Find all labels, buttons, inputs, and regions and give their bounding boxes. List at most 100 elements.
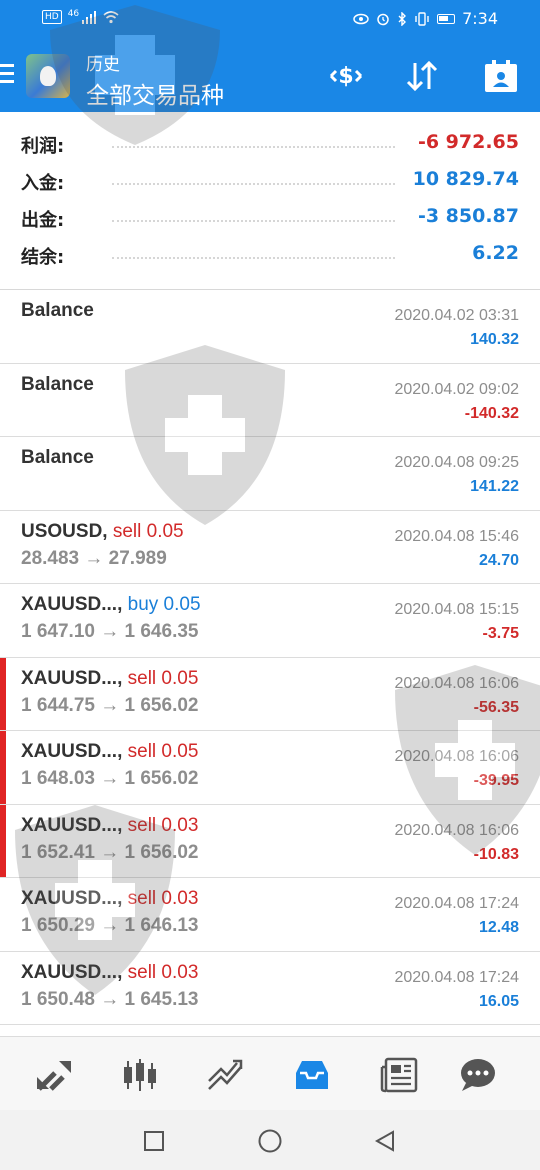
chat-icon bbox=[461, 1059, 495, 1091]
deal-symbol: XAUUSD..., bbox=[21, 888, 128, 909]
deal-symbol: Balance bbox=[21, 300, 94, 321]
deal-prices: 1 648.03 → 1 656.02 bbox=[21, 768, 199, 789]
vibrate-icon bbox=[415, 11, 429, 26]
back-button[interactable] bbox=[372, 1128, 398, 1154]
list-item[interactable]: XAUUSD..., sell 0.05 1 644.75 → 1 656.02… bbox=[0, 657, 540, 731]
tab-history[interactable] bbox=[292, 1055, 332, 1095]
tab-chat[interactable] bbox=[458, 1055, 498, 1095]
deal-symbol: Balance bbox=[21, 447, 94, 468]
deal-symbol: XAUUSD..., bbox=[21, 667, 128, 689]
square-icon bbox=[144, 1131, 164, 1151]
deal-profit: 141.22 bbox=[470, 478, 519, 495]
deal-profit: 12.48 bbox=[478, 919, 519, 936]
list-item[interactable]: XAUUSD..., sell 0.05 1 648.03 → 1 656.02… bbox=[0, 731, 540, 805]
deal-time: 2020.04.08 17:24 bbox=[394, 968, 519, 986]
deal-side: sell 0.03 bbox=[127, 814, 199, 836]
recents-button[interactable] bbox=[141, 1128, 167, 1154]
deal-time: 2020.04.08 16:06 bbox=[394, 821, 519, 839]
svg-text:$: $ bbox=[338, 64, 353, 89]
deal-side: buy 0.05 bbox=[127, 594, 201, 615]
deal-profit: -56.35 bbox=[473, 698, 519, 716]
summary-row-withdrawal: 出金: -3 850.87 bbox=[0, 202, 540, 239]
menu-button[interactable] bbox=[0, 64, 16, 86]
deal-profit: -10.83 bbox=[473, 845, 519, 863]
list-item[interactable]: Balance 2020.04.02 09:02 -140.32 bbox=[0, 364, 540, 437]
period-button[interactable] bbox=[481, 56, 521, 96]
deal-time: 2020.04.02 09:02 bbox=[394, 380, 519, 398]
summary-row-profit: 利润: -6 972.65 bbox=[0, 128, 540, 165]
summary-value: -3 850.87 bbox=[417, 205, 519, 227]
sort-icon bbox=[406, 60, 438, 92]
tab-trade[interactable] bbox=[205, 1055, 245, 1095]
bluetooth-icon bbox=[398, 11, 407, 26]
deal-time: 2020.04.08 16:06 bbox=[394, 674, 519, 692]
eye-icon bbox=[353, 13, 369, 24]
deal-symbol: XAUUSD..., bbox=[21, 814, 128, 836]
dotted-leader bbox=[112, 220, 395, 222]
back-triangle-icon bbox=[374, 1130, 394, 1152]
summary-label: 出金: bbox=[21, 210, 65, 231]
summary-label: 入金: bbox=[21, 173, 65, 194]
list-item[interactable]: XAUUSD..., sell 0.03 1 650.29 → 1 646.13… bbox=[0, 878, 540, 952]
list-item[interactable]: Balance 2020.04.08 09:25 141.22 bbox=[0, 437, 540, 511]
deal-time: 2020.04.08 09:25 bbox=[394, 454, 519, 471]
summary-panel: 利润: -6 972.65 入金: 10 829.74 出金: -3 850.8… bbox=[0, 128, 540, 276]
deal-profit: 16.05 bbox=[478, 992, 519, 1010]
dotted-leader bbox=[112, 257, 395, 259]
status-right: 7:34 bbox=[353, 9, 498, 28]
tab-quotes[interactable] bbox=[35, 1055, 75, 1095]
network-label: 46 bbox=[67, 9, 80, 19]
deal-symbol: USOUSD, bbox=[21, 520, 113, 542]
list-item[interactable]: XAUUSD..., sell 0.03 1 650.48 → 1 645.13… bbox=[0, 952, 540, 1025]
sort-button[interactable] bbox=[402, 56, 442, 96]
page-subtitle: 历史 bbox=[86, 55, 120, 75]
currency-button[interactable]: $ bbox=[326, 56, 366, 96]
signal-icon bbox=[82, 11, 97, 24]
deal-symbol: Balance bbox=[21, 373, 94, 395]
deal-symbol: XAUUSD..., bbox=[21, 594, 128, 615]
bottom-tab-bar bbox=[0, 1036, 540, 1110]
deal-prices: 1 644.75 → 1 656.02 bbox=[21, 694, 199, 716]
deal-profit: 140.32 bbox=[470, 331, 519, 348]
deal-symbol: XAUUSD..., bbox=[21, 961, 128, 983]
deal-side: sell 0.03 bbox=[127, 961, 199, 983]
status-bar: HD 46 7:34 bbox=[0, 0, 540, 40]
deal-symbol-line: XAUUSD..., sell 0.03 bbox=[21, 888, 198, 910]
deal-side: sell 0.05 bbox=[127, 741, 199, 762]
currency-exchange-icon: $ bbox=[329, 64, 363, 89]
status-time: 7:34 bbox=[462, 9, 498, 28]
summary-label: 结余: bbox=[21, 247, 65, 268]
list-item[interactable]: XAUUSD..., buy 0.05 1 647.10 → 1 646.35 … bbox=[0, 584, 540, 658]
circle-icon bbox=[258, 1129, 282, 1153]
list-item[interactable]: Balance 2020.04.02 03:31 140.32 bbox=[0, 290, 540, 364]
hd-badge: HD bbox=[42, 10, 62, 24]
summary-value: 10 829.74 bbox=[412, 168, 519, 190]
tab-chart[interactable] bbox=[120, 1055, 160, 1095]
symbol-filter-title[interactable]: 全部交易品种 bbox=[86, 76, 224, 110]
app-bar: 历史 全部交易品种 $ bbox=[0, 40, 540, 112]
deal-prices: 1 650.29 → 1 646.13 bbox=[21, 915, 199, 936]
summary-value: -6 972.65 bbox=[417, 131, 519, 153]
summary-value: 6.22 bbox=[472, 242, 519, 264]
tab-news[interactable] bbox=[380, 1055, 420, 1095]
deal-side: sell 0.05 bbox=[127, 667, 199, 689]
battery-icon bbox=[437, 13, 456, 24]
calendar-icon bbox=[485, 60, 517, 92]
list-item[interactable]: USOUSD, sell 0.05 28.483 → 27.989 2020.0… bbox=[0, 511, 540, 584]
deal-symbol-line: XAUUSD..., sell 0.05 bbox=[21, 668, 198, 690]
status-left: HD 46 bbox=[42, 9, 119, 24]
summary-label: 利润: bbox=[21, 136, 65, 157]
deal-side: sell 0.05 bbox=[112, 520, 184, 542]
deals-list: Balance 2020.04.02 03:31 140.32 Balance … bbox=[0, 290, 540, 1025]
alarm-icon bbox=[377, 13, 389, 25]
home-button[interactable] bbox=[257, 1128, 283, 1154]
deal-time: 2020.04.02 03:31 bbox=[394, 307, 519, 324]
deal-symbol-line: XAUUSD..., sell 0.03 bbox=[21, 815, 198, 837]
list-item[interactable]: XAUUSD..., sell 0.03 1 652.41 → 1 656.02… bbox=[0, 804, 540, 878]
chart-icon bbox=[124, 1059, 156, 1091]
deal-side: sell 0.03 bbox=[127, 888, 199, 909]
news-icon bbox=[380, 1057, 418, 1093]
deal-symbol-line: XAUUSD..., sell 0.05 bbox=[21, 741, 198, 763]
deal-profit: -3.75 bbox=[482, 625, 519, 642]
deal-prices: 1 647.10 → 1 646.35 bbox=[21, 621, 199, 642]
